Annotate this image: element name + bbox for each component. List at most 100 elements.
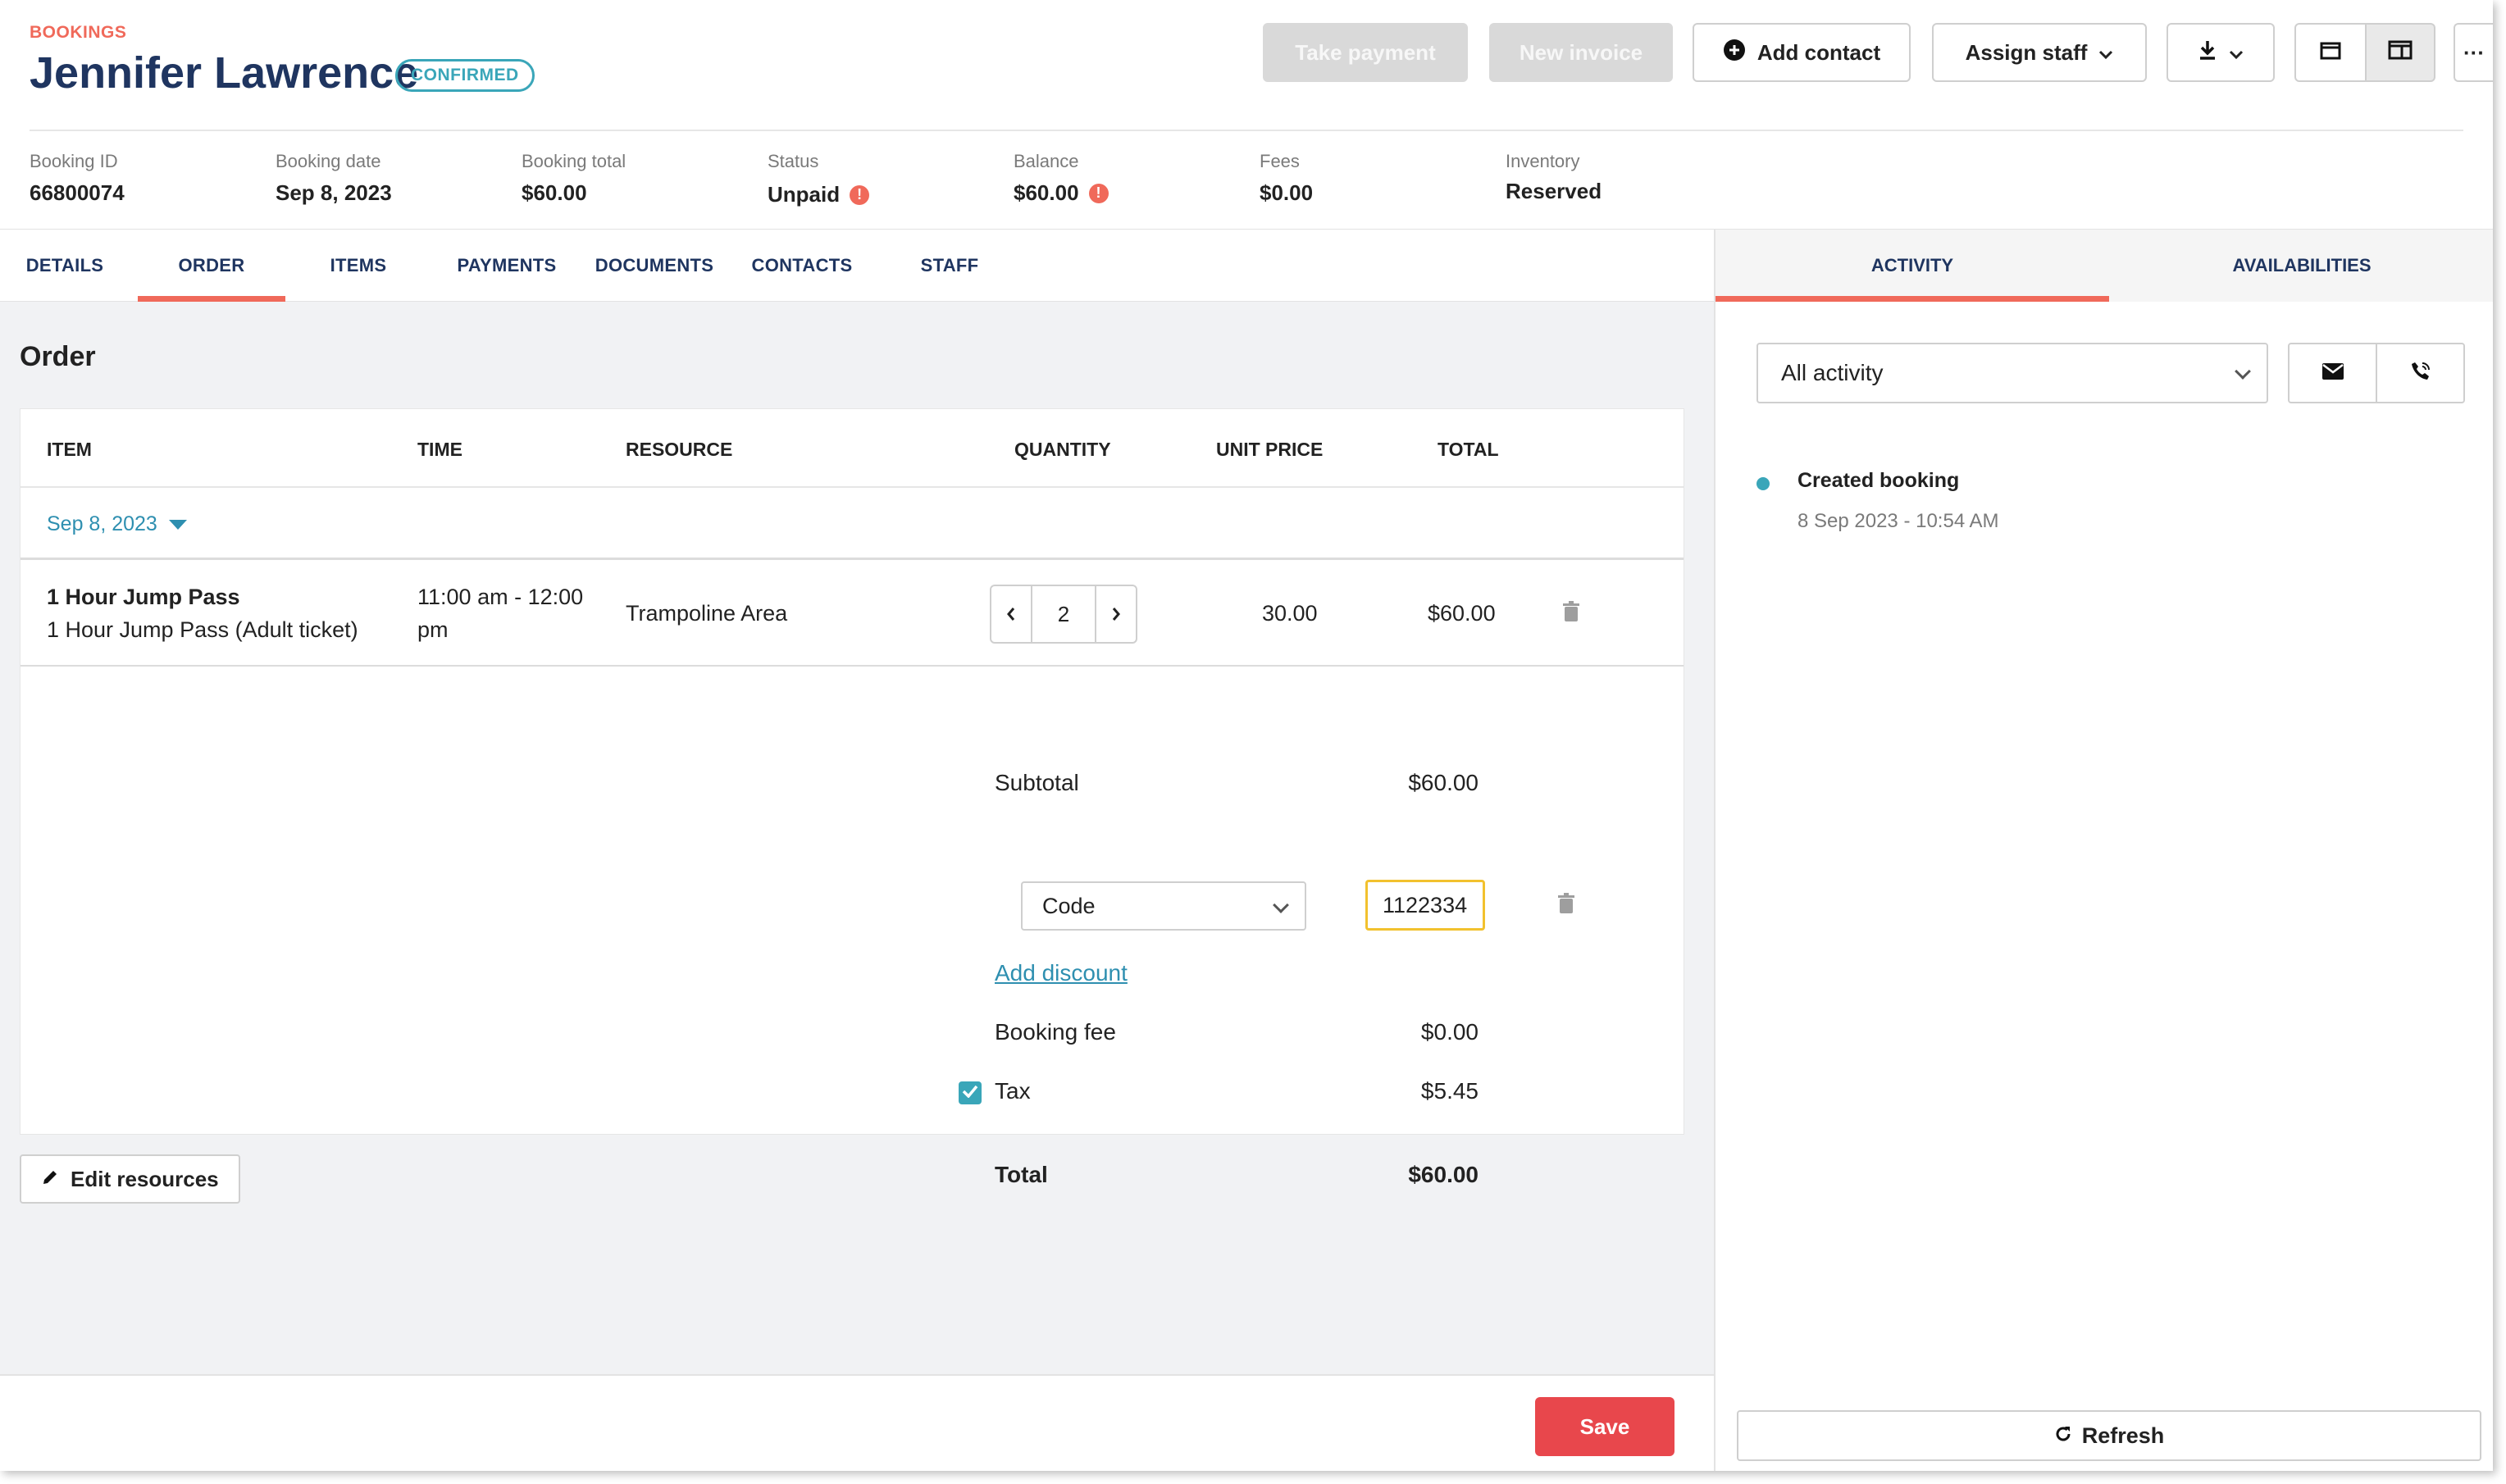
warning-icon: ! bbox=[850, 184, 870, 205]
tab-documents[interactable]: DOCUMENTS bbox=[590, 230, 718, 302]
checkmark-icon bbox=[962, 1085, 978, 1102]
stat-booking-date: Booking date Sep 8, 2023 bbox=[276, 151, 392, 205]
tab-details[interactable]: DETAILS bbox=[20, 230, 110, 302]
column-header: ITEM bbox=[47, 439, 92, 460]
chevron-left-icon bbox=[1006, 602, 1016, 627]
header-divider bbox=[30, 130, 2463, 131]
quantity-stepper: 2 bbox=[990, 585, 1137, 644]
envelope-icon bbox=[2321, 362, 2344, 385]
chevron-down-icon bbox=[2098, 40, 2113, 66]
single-panel-view-button[interactable] bbox=[2294, 23, 2367, 82]
assign-staff-button[interactable]: Assign staff bbox=[1932, 23, 2147, 82]
item-variant: 1 Hour Jump Pass (Adult ticket) bbox=[47, 617, 358, 642]
activity-timestamp: 8 Sep 2023 - 10:54 AM bbox=[1797, 510, 1999, 532]
split-panel-view-button[interactable] bbox=[2365, 23, 2435, 82]
tab-activity[interactable]: ACTIVITY bbox=[1715, 230, 2109, 302]
email-button[interactable] bbox=[2290, 344, 2376, 402]
new-invoice-button[interactable]: New invoice bbox=[1489, 23, 1673, 82]
subtotal-value: $60.00 bbox=[1408, 770, 1479, 795]
chevron-down-icon bbox=[2235, 363, 2251, 380]
footer-bar: Save bbox=[0, 1374, 1714, 1471]
stat-booking-id: Booking ID 66800074 bbox=[30, 151, 125, 205]
breadcrumb[interactable]: BOOKINGS bbox=[30, 23, 126, 43]
delete-discount-button[interactable] bbox=[1557, 893, 1575, 918]
pencil-icon bbox=[41, 1167, 59, 1192]
decrease-quantity-button[interactable] bbox=[991, 586, 1031, 642]
tab-items[interactable]: ITEMS bbox=[313, 230, 403, 302]
refresh-button[interactable]: Refresh bbox=[1737, 1410, 2481, 1461]
activity-title: Created booking bbox=[1797, 469, 1960, 492]
table-header: ITEM TIME RESOURCE QUANTITY UNIT PRICE T… bbox=[21, 409, 1684, 488]
add-discount-link[interactable]: Add discount bbox=[995, 960, 1128, 986]
activity-panel: ACTIVITY AVAILABILITIES All activity Cre… bbox=[1714, 230, 2493, 1471]
call-button[interactable] bbox=[2376, 344, 2463, 402]
window-icon bbox=[2320, 40, 2341, 66]
date-group-toggle[interactable]: Sep 8, 2023 bbox=[47, 512, 187, 536]
save-button[interactable]: Save bbox=[1535, 1397, 1674, 1456]
download-icon bbox=[2198, 39, 2217, 66]
tab-contacts[interactable]: CONTACTS bbox=[743, 230, 861, 302]
tax-value: $5.45 bbox=[1420, 1078, 1479, 1104]
right-panel-tabs: ACTIVITY AVAILABILITIES bbox=[1715, 230, 2493, 302]
ellipsis-icon: ··· bbox=[2463, 39, 2485, 65]
contact-actions bbox=[2288, 343, 2465, 403]
trash-icon bbox=[1562, 601, 1580, 626]
booking-fee-label: Booking fee bbox=[995, 1019, 1116, 1045]
discount-code-input[interactable]: 1122334 bbox=[1365, 880, 1485, 931]
booking-window: BOOKINGS Jennifer Lawrence CONFIRMED Tak… bbox=[0, 0, 2493, 1471]
item-unit-price: 30.00 bbox=[1262, 601, 1318, 626]
assign-staff-label: Assign staff bbox=[1965, 39, 2088, 65]
column-header: UNIT PRICE bbox=[1216, 439, 1324, 460]
add-contact-button[interactable]: Add contact bbox=[1693, 23, 1911, 82]
stat-fees: Fees $0.00 bbox=[1260, 151, 1314, 205]
booking-tabs: DETAILS ORDER ITEMS PAYMENTS DOCUMENTS C… bbox=[0, 230, 1714, 302]
item-total: $60.00 bbox=[1428, 601, 1496, 626]
phone-icon bbox=[2410, 361, 2431, 386]
chevron-down-icon bbox=[2229, 40, 2244, 66]
refresh-icon bbox=[2054, 1423, 2072, 1449]
chevron-down-icon bbox=[1273, 897, 1289, 913]
column-header: TOTAL bbox=[1438, 439, 1499, 460]
increase-quantity-button[interactable] bbox=[1096, 586, 1136, 642]
page-title: Jennifer Lawrence bbox=[30, 48, 419, 98]
tab-order[interactable]: ORDER bbox=[138, 230, 285, 302]
activity-dot-icon bbox=[1756, 477, 1770, 490]
stat-inventory: Inventory Reserved bbox=[1506, 151, 1602, 203]
stat-balance: Balance $60.00 ! bbox=[1014, 151, 1109, 206]
plus-circle-icon bbox=[1723, 39, 1746, 67]
tab-staff[interactable]: STAFF bbox=[902, 230, 997, 302]
activity-filter-select[interactable]: All activity bbox=[1756, 343, 2268, 403]
tab-availabilities[interactable]: AVAILABILITIES bbox=[2109, 230, 2493, 302]
booking-fee-value: $0.00 bbox=[1420, 1019, 1479, 1045]
more-options-button[interactable]: ··· bbox=[2454, 23, 2493, 82]
discount-type-select[interactable]: Code bbox=[1021, 881, 1306, 931]
stat-booking-total: Booking total $60.00 bbox=[522, 151, 626, 205]
item-resource: Trampoline Area bbox=[626, 601, 788, 626]
item-name: 1 Hour Jump Pass bbox=[47, 585, 240, 609]
order-panel: Order ITEM TIME RESOURCE QUANTITY UNIT P… bbox=[0, 302, 1714, 1374]
take-payment-button[interactable]: Take payment bbox=[1263, 23, 1468, 82]
total-label: Total bbox=[995, 1162, 1048, 1187]
table-row: 1 Hour Jump Pass 1 Hour Jump Pass (Adult… bbox=[21, 560, 1684, 667]
tax-checkbox[interactable] bbox=[959, 1081, 982, 1104]
stat-status: Status Unpaid ! bbox=[768, 151, 870, 207]
date-group-row: Sep 8, 2023 bbox=[21, 488, 1684, 560]
booking-header: BOOKINGS Jennifer Lawrence CONFIRMED Tak… bbox=[0, 0, 2493, 230]
chevron-right-icon bbox=[1111, 602, 1121, 627]
subtotal-label: Subtotal bbox=[995, 770, 1079, 795]
split-view-icon bbox=[2388, 40, 2413, 66]
total-value: $60.00 bbox=[1408, 1162, 1479, 1187]
section-title: Order bbox=[20, 341, 96, 372]
item-time-cont: pm bbox=[417, 617, 449, 642]
tab-payments[interactable]: PAYMENTS bbox=[449, 230, 564, 302]
edit-resources-button[interactable]: Edit resources bbox=[20, 1154, 240, 1204]
order-card: ITEM TIME RESOURCE QUANTITY UNIT PRICE T… bbox=[20, 408, 1684, 1187]
column-header: RESOURCE bbox=[626, 439, 733, 460]
tax-label: Tax bbox=[995, 1078, 1031, 1104]
trash-icon bbox=[1557, 893, 1575, 917]
delete-item-button[interactable] bbox=[1562, 601, 1580, 626]
download-dropdown-button[interactable] bbox=[2167, 23, 2275, 82]
warning-icon: ! bbox=[1088, 183, 1109, 203]
column-header: QUANTITY bbox=[1014, 439, 1111, 460]
quantity-input[interactable]: 2 bbox=[1031, 586, 1096, 642]
